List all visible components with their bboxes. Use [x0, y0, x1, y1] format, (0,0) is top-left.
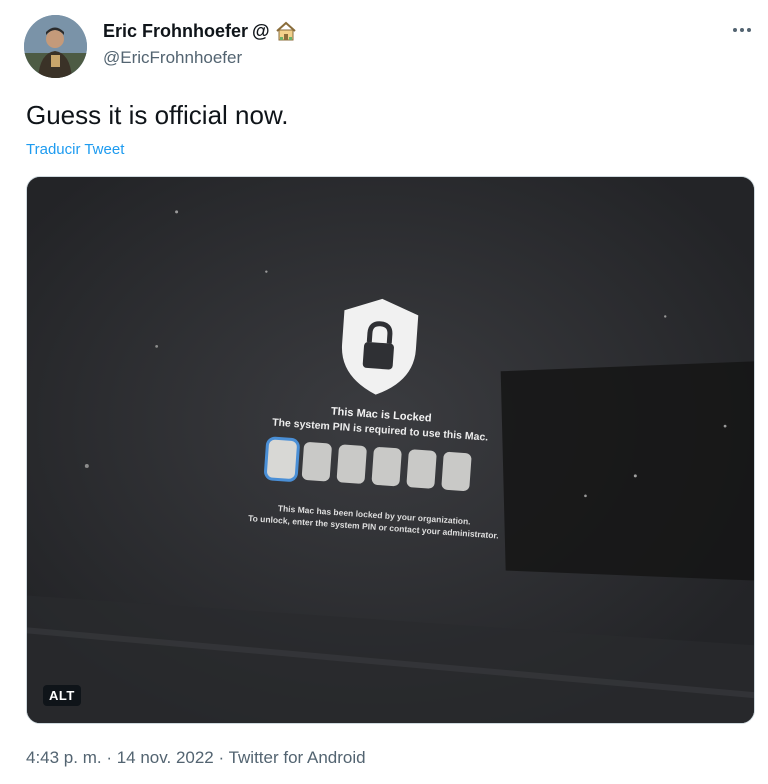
house-icon — [275, 21, 296, 41]
pin-box — [406, 449, 437, 489]
avatar-image — [24, 15, 87, 78]
more-horizontal-icon[interactable] — [730, 18, 754, 42]
alt-badge[interactable]: ALT — [43, 685, 81, 706]
tweet-media-photo[interactable]: This Mac is Locked The system PIN is req… — [26, 176, 755, 724]
pin-box — [336, 444, 368, 485]
author-name-suffix: @ — [252, 20, 270, 41]
tweet-meta: 4:43 p. m. · 14 nov. 2022 · Twitter for … — [26, 748, 366, 768]
pin-box — [301, 441, 333, 482]
avatar[interactable] — [24, 15, 87, 78]
pin-entry — [266, 439, 472, 492]
meta-separator: · — [101, 748, 117, 767]
pin-box — [371, 446, 402, 487]
tweet-text: Guess it is official now. — [26, 100, 289, 130]
meta-separator: · — [213, 748, 229, 767]
author-name-row[interactable]: Eric Frohnhoefer @ — [103, 20, 298, 42]
lock-note: This Mac has been locked by your organiz… — [243, 500, 504, 542]
pin-box — [266, 439, 298, 480]
author-handle[interactable]: @EricFrohnhoefer — [103, 48, 242, 68]
translate-tweet-link[interactable]: Traducir Tweet — [26, 141, 124, 158]
shield-lock-icon — [342, 298, 419, 395]
author-name[interactable]: Eric Frohnhoefer — [103, 21, 248, 42]
pin-box — [441, 451, 472, 492]
tweet-date[interactable]: 14 nov. 2022 — [117, 748, 214, 767]
tweet-time[interactable]: 4:43 p. m. — [26, 748, 102, 767]
mac-lock-screen: This Mac is Locked The system PIN is req… — [239, 288, 519, 605]
tweet-source[interactable]: Twitter for Android — [229, 748, 366, 767]
